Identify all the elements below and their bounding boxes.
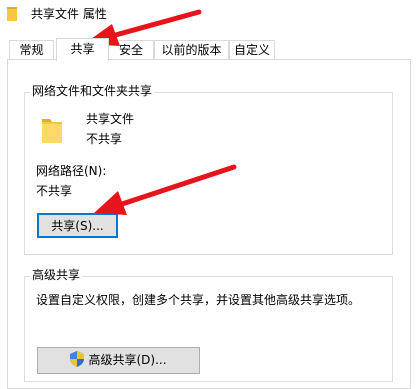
- tab-security[interactable]: 安全: [108, 40, 154, 60]
- tab-customize[interactable]: 自定义: [229, 40, 275, 60]
- network-sharing-group-title: 网络文件和文件夹共享: [30, 84, 155, 98]
- advanced-sharing-description: 设置自定义权限，创建多个共享，并设置其他高级共享选项。: [36, 293, 361, 307]
- tab-label: 以前的版本: [161, 43, 222, 57]
- tab-label: 常规: [19, 43, 44, 57]
- share-button[interactable]: 共享(S)...: [37, 213, 118, 238]
- tab-general[interactable]: 常规: [9, 40, 54, 60]
- tab-label: 自定义: [233, 43, 270, 57]
- folder-share-status: 不共享: [86, 132, 123, 146]
- shield-icon: [70, 351, 85, 368]
- share-button-label: 共享(S)...: [51, 219, 104, 233]
- advanced-sharing-button-label: 高级共享(D)...: [88, 352, 167, 367]
- properties-window: 共享文件 属性 常规 共享 安全 以前的版本 自定义 网络文件和文件夹共享 共享…: [0, 0, 418, 389]
- tab-strip: 常规 共享 安全 以前的版本 自定义: [0, 38, 418, 61]
- advanced-sharing-button[interactable]: 高级共享(D)...: [37, 347, 200, 374]
- advanced-sharing-group-title: 高级共享: [30, 268, 83, 282]
- tab-label: 共享: [70, 42, 95, 56]
- folder-name: 共享文件: [86, 112, 135, 126]
- title-bar: 共享文件 属性: [0, 0, 418, 30]
- network-path-value: 不共享: [36, 184, 73, 198]
- folder-icon: [42, 119, 62, 143]
- tab-previous-versions[interactable]: 以前的版本: [154, 40, 229, 60]
- folder-icon: [7, 7, 17, 21]
- network-path-label: 网络路径(N):: [36, 164, 107, 178]
- window-title: 共享文件 属性: [31, 7, 107, 21]
- tab-sharing[interactable]: 共享: [56, 38, 109, 61]
- tab-label: 安全: [118, 43, 143, 57]
